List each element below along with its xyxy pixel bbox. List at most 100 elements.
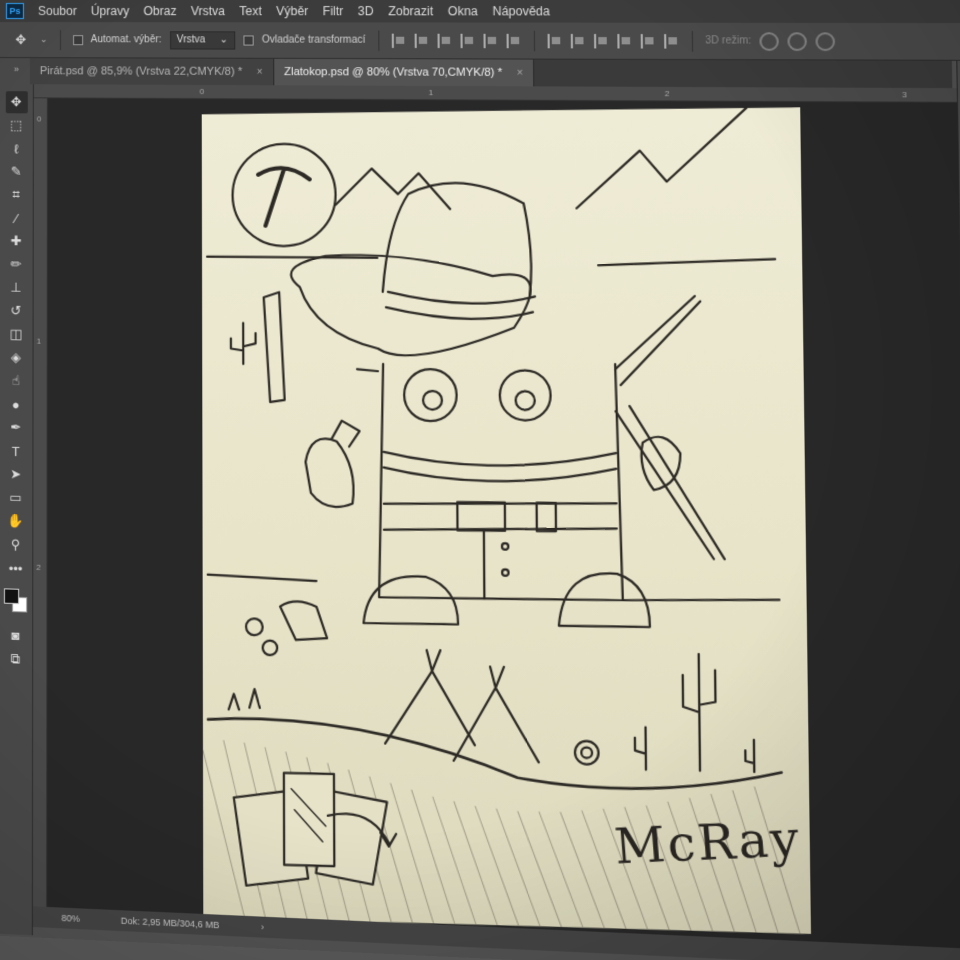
foot-left [363,576,458,625]
tools-panel: » ✥ ⬚ ℓ ✎ ⌗ ⁄ ✚ ✏ ⊥ ↺ ◫ ◈ ☝ ● ✒ T ➤ ▭ ✋ ⚲ ••• ◙ ⧉ [0,58,34,936]
paint-bucket-tool-icon[interactable]: ◈ [5,346,27,369]
hat-band [386,291,535,319]
mountains-left [335,168,450,210]
dodge-tool-icon[interactable]: ● [5,393,27,416]
cactus-right [682,654,716,771]
clone-stamp-tool-icon[interactable]: ⊥ [5,276,27,299]
align-bottom-icon[interactable] [437,33,452,48]
cowboy-hat-brim [291,254,531,355]
tab-zlatokop[interactable]: Zlatokop.psd @ 80% (Vrstva 70,CMYK/8) * … [273,58,535,87]
pickaxe-medallion [232,143,335,246]
divider [533,30,535,51]
ruler-label: 1 [428,87,434,98]
auto-select-checkbox[interactable] [72,34,83,45]
pen-tool-icon[interactable]: ✒ [5,416,27,439]
photoshop-window: Ps Soubor Úpravy Obraz Vrstva Text Výběr… [0,0,960,960]
distribute-hcenter-icon[interactable] [640,33,656,49]
type-tool-icon[interactable]: T [5,440,27,463]
cactus-small [635,727,646,770]
tumbleweed [575,741,599,765]
card-front [284,773,334,866]
vertical-ruler: 0 1 2 [32,98,48,916]
ruler-label: 1 [36,336,42,346]
mode-3d-label: 3D režim: [705,35,752,47]
menu-upravy[interactable]: Úpravy [91,4,129,18]
collapse-arrows-icon[interactable]: » [14,64,19,74]
align-left-icon[interactable] [459,33,475,48]
rock [280,601,327,640]
pickaxe-handle [615,296,725,559]
transform-controls-checkbox[interactable] [243,34,254,46]
screen-mode-icon[interactable]: ⧉ [4,648,26,671]
status-menu-arrow-icon[interactable]: › [261,922,264,933]
menu-filtr[interactable]: Filtr [323,4,344,18]
move-tool-icon[interactable]: ✥ [5,91,28,114]
roll-3d-icon[interactable] [787,31,808,51]
lasso-tool-icon[interactable]: ℓ [5,137,27,159]
menu-vrstva[interactable]: Vrstva [191,4,225,18]
orbit-3d-icon[interactable] [759,31,780,51]
document-canvas[interactable]: McRay [201,107,811,934]
eyedropper-tool-icon[interactable]: ⁄ [5,207,27,229]
more-tools-icon[interactable]: ••• [4,557,26,580]
crop-tool-icon[interactable]: ⌗ [5,184,27,206]
tab-pirat[interactable]: Pirát.psd @ 85,9% (Vrstva 22,CMYK/8) * × [29,58,274,86]
auto-select-value: Vrstva [176,34,206,46]
teepee-right [453,666,539,762]
cactus-left [231,323,256,364]
photoshop-logo-icon: Ps [5,3,24,20]
ruler-label: 2 [664,88,670,99]
fist-right [641,437,680,490]
eraser-tool-icon[interactable]: ◫ [5,323,27,346]
menu-vyber[interactable]: Výběr [276,4,308,18]
menu-text[interactable]: Text [239,4,262,18]
history-brush-tool-icon[interactable]: ↺ [5,300,27,323]
auto-select-dropdown[interactable]: Vrstva ⌄ [169,30,236,50]
tab-label: Pirát.psd @ 85,9% (Vrstva 22,CMYK/8) * [39,65,243,79]
align-top-icon[interactable] [391,33,406,48]
artist-signature: McRay [612,809,804,876]
close-icon[interactable]: × [517,67,523,78]
path-select-tool-icon[interactable]: ➤ [5,463,27,486]
chevron-down-icon[interactable]: ⌄ [40,34,48,45]
healing-brush-tool-icon[interactable]: ✚ [5,230,27,252]
horizon-line [207,256,377,259]
menu-zobrazit[interactable]: Zobrazit [388,4,433,18]
eye-left [404,369,457,421]
ruler-label: 0 [36,114,42,124]
distribute-left-icon[interactable] [616,33,632,48]
auto-select-label: Automat. výběr: [90,34,162,46]
close-icon[interactable]: × [256,66,262,77]
menu-obraz[interactable]: Obraz [143,4,176,18]
distribute-right-icon[interactable] [663,33,679,49]
zoom-level[interactable]: 80% [61,913,79,924]
menu-okna[interactable]: Okna [448,4,478,18]
quick-select-tool-icon[interactable]: ✎ [5,160,27,182]
scarf [384,452,617,482]
document-size: Dok: 2,95 MB/304,6 MB [120,915,220,931]
hand-tool-icon[interactable]: ✋ [5,510,27,533]
menu-3d[interactable]: 3D [358,4,374,18]
divider [377,30,379,51]
pan-3d-icon[interactable] [815,31,836,51]
marquee-tool-icon[interactable]: ⬚ [5,114,27,136]
align-right-icon[interactable] [506,33,521,48]
distribute-bottom-icon[interactable] [593,33,609,48]
menu-napoveda[interactable]: Nápověda [492,4,550,18]
quick-mask-icon[interactable]: ◙ [4,623,26,646]
zoom-tool-icon[interactable]: ⚲ [5,533,27,556]
foreground-color-swatch[interactable] [3,588,19,605]
align-vcenter-icon[interactable] [414,33,429,48]
distribute-vcenter-icon[interactable] [570,33,586,48]
belt [384,502,617,532]
move-tool-preset-icon[interactable]: ✥ [10,29,32,51]
ruler-label: 2 [36,562,41,573]
align-hcenter-icon[interactable] [483,33,498,48]
color-swatches[interactable] [3,588,27,613]
distribute-top-icon[interactable] [547,33,562,48]
menu-soubor[interactable]: Soubor [38,4,77,18]
smudge-tool-icon[interactable]: ☝ [5,370,27,393]
rectangle-tool-icon[interactable]: ▭ [5,486,27,509]
brush-tool-icon[interactable]: ✏ [5,253,27,276]
menu-bar: Ps Soubor Úpravy Obraz Vrstva Text Výběr… [0,0,960,24]
